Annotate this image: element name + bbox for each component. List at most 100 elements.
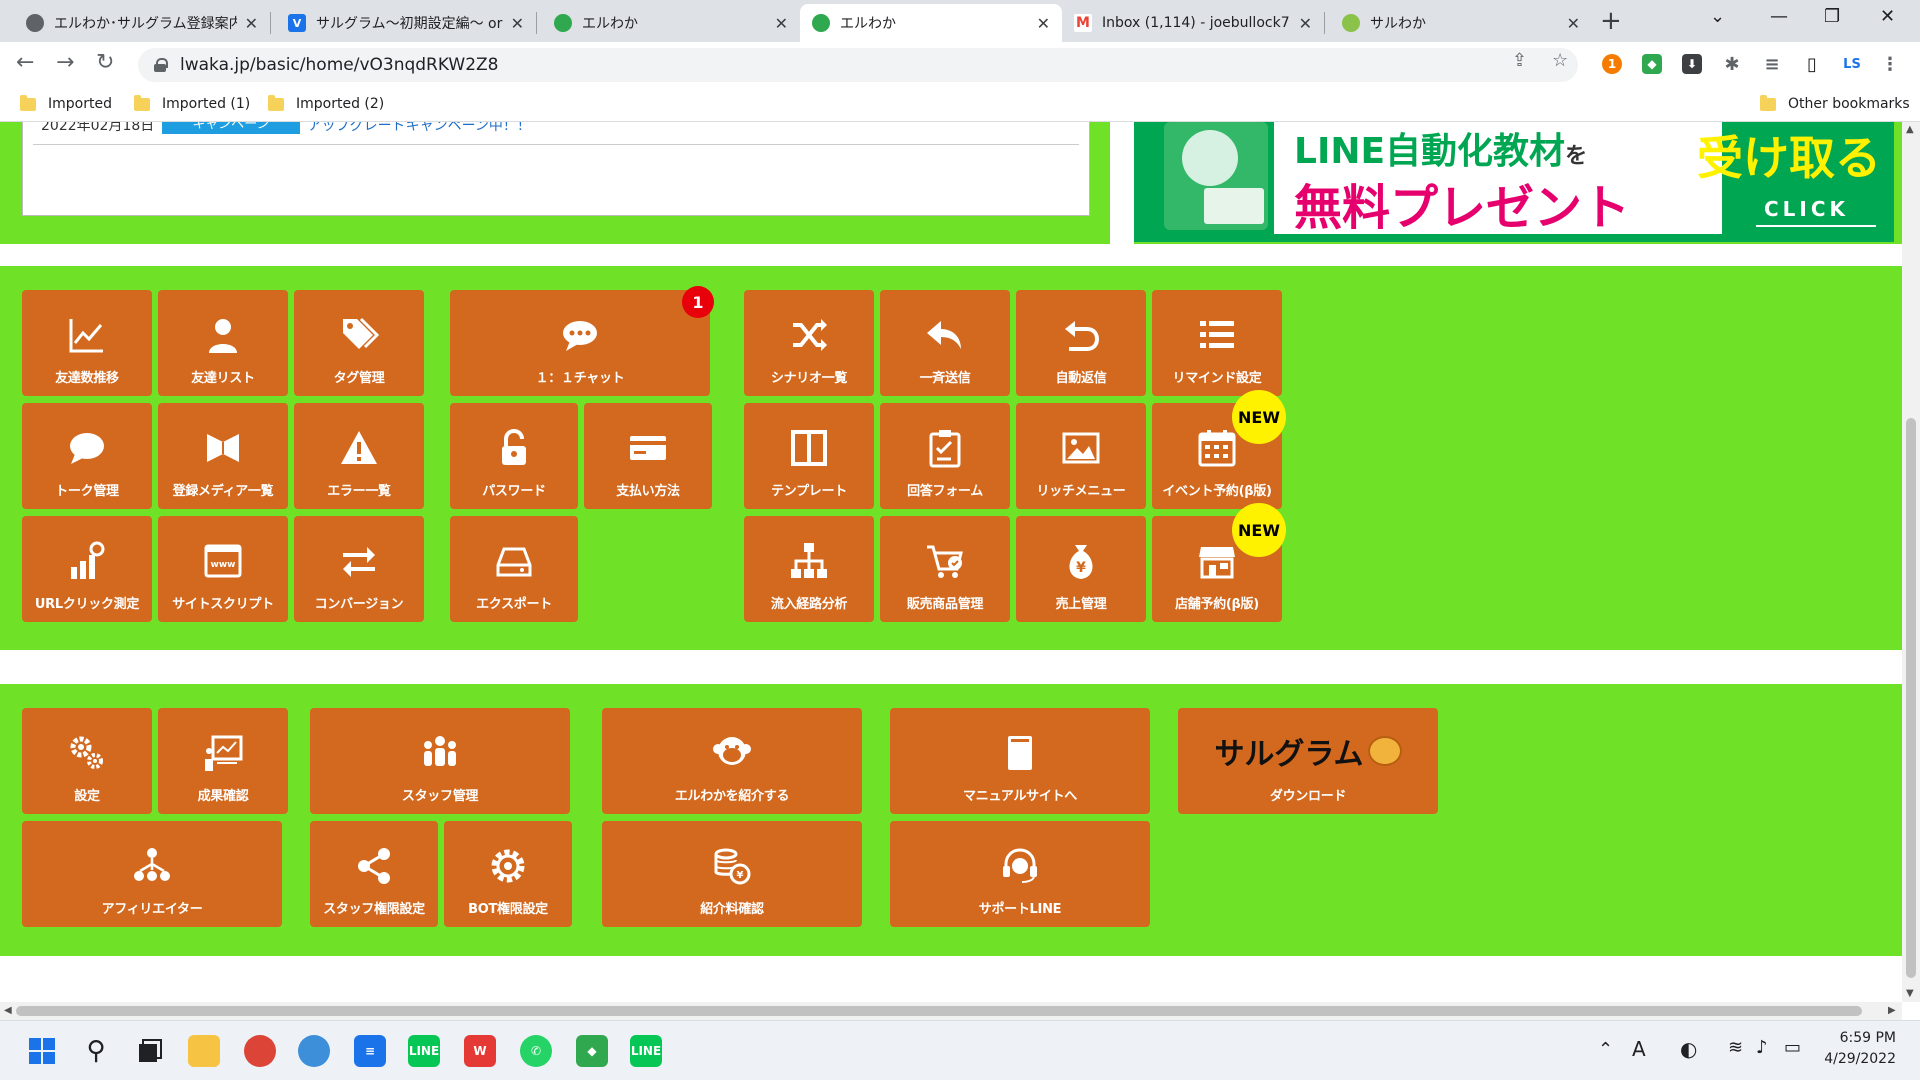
notes-app-icon[interactable]: ≡ — [354, 1035, 386, 1067]
whatsapp-icon[interactable]: ✆ — [520, 1035, 552, 1067]
browser-tab-4-active[interactable]: エルわか ✕ — [800, 4, 1062, 42]
menu-tile-staff[interactable]: スタッフ管理 — [310, 708, 570, 814]
tab-search-icon[interactable]: ⌄ — [1710, 6, 1725, 27]
close-icon[interactable]: ✕ — [775, 14, 788, 33]
lock-icon[interactable] — [154, 58, 168, 72]
close-icon[interactable]: ✕ — [245, 14, 258, 33]
chrome-icon[interactable] — [244, 1035, 276, 1067]
task-view-icon[interactable] — [134, 1035, 166, 1067]
close-icon[interactable]: ✕ — [1567, 14, 1580, 33]
url-text[interactable]: lwaka.jp/basic/home/vO3nqdRKW2Z8 — [180, 55, 499, 75]
news-link[interactable]: アップグレードキャンペーン中！！ — [308, 122, 531, 135]
vertical-scroll-thumb[interactable] — [1906, 418, 1916, 978]
menu-tile-support-line[interactable]: サポートLINE — [890, 821, 1150, 927]
menu-tile-rich-menu[interactable]: リッチメニュー — [1016, 403, 1146, 509]
browser-tab-6[interactable]: サルわか ✕ — [1330, 4, 1592, 42]
volume-icon[interactable]: ♪ — [1756, 1037, 1768, 1058]
reload-icon[interactable]: ↻ — [96, 50, 114, 75]
close-icon[interactable]: ✕ — [1037, 14, 1050, 33]
bookmark-folder-imported-2[interactable]: Imported (2) — [268, 94, 384, 112]
menu-tile-staff-permission[interactable]: スタッフ権限設定 — [310, 821, 438, 927]
horizontal-scrollbar[interactable]: ◀ ▶ — [0, 1002, 1902, 1020]
ime-indicator[interactable]: A — [1632, 1037, 1646, 1061]
scroll-down-arrow-icon[interactable]: ▼ — [1906, 988, 1914, 999]
scroll-right-arrow-icon[interactable]: ▶ — [1888, 1005, 1896, 1016]
reading-list-icon[interactable]: ≡ — [1762, 54, 1782, 75]
menu-tile-download[interactable]: サルグラム ダウンロード — [1178, 708, 1438, 814]
close-icon[interactable]: ✕ — [1299, 14, 1312, 33]
menu-tile-referral-fee[interactable]: ¥ 紹介料確認 — [602, 821, 862, 927]
tray-overflow-chevron-icon[interactable]: ⌃ — [1598, 1039, 1613, 1060]
vertical-scrollbar[interactable]: ▲ ▼ — [1902, 122, 1920, 1002]
menu-tile-remind[interactable]: リマインド設定 — [1152, 290, 1282, 396]
browser-tab-5[interactable]: M Inbox (1,114) - joebullock7 ✕ — [1062, 4, 1324, 42]
menu-tile-scenario[interactable]: シナリオ一覧 — [744, 290, 874, 396]
restore-button[interactable]: ❐ — [1824, 6, 1840, 27]
menu-tile-auto-reply[interactable]: 自動返信 — [1016, 290, 1146, 396]
menu-tile-friend-count[interactable]: 友達数推移 — [22, 290, 152, 396]
extension-badge-icon[interactable]: 1 — [1602, 54, 1622, 74]
menu-kebab-icon[interactable]: ⋮ — [1880, 54, 1900, 75]
close-icon[interactable]: ✕ — [511, 14, 524, 33]
window-close-button[interactable]: ✕ — [1880, 6, 1895, 27]
menu-tile-chat[interactable]: １：１チャット — [450, 290, 710, 396]
menu-tile-media[interactable]: 登録メディア一覧 — [158, 403, 288, 509]
search-icon[interactable]: ⚲ — [80, 1035, 112, 1067]
shield-extension-icon[interactable]: ◆ — [1642, 54, 1662, 74]
line-app-icon[interactable]: LINE — [408, 1035, 440, 1067]
vpn-shield-icon[interactable]: ◆ — [576, 1035, 608, 1067]
ime-mode-icon[interactable]: ◐ — [1680, 1037, 1697, 1061]
menu-tile-tags[interactable]: タグ管理 — [294, 290, 424, 396]
menu-tile-errors[interactable]: エラー一覧 — [294, 403, 424, 509]
forward-arrow-icon[interactable]: → — [56, 50, 74, 75]
menu-tile-bot-permission[interactable]: BOT権限設定 — [444, 821, 572, 927]
menu-tile-manual[interactable]: マニュアルサイトへ — [890, 708, 1150, 814]
side-panel-icon[interactable]: ▯ — [1802, 54, 1822, 75]
menu-tile-payment[interactable]: 支払い方法 — [584, 403, 712, 509]
menu-tile-conversion[interactable]: コンバージョン — [294, 516, 424, 622]
wifi-icon[interactable]: ≋ — [1728, 1037, 1743, 1058]
puzzle-icon[interactable]: ✱ — [1722, 54, 1742, 75]
browser-tab-1[interactable]: エルわか･サルグラム登録案内 | ✕ — [14, 4, 270, 42]
menu-tile-password[interactable]: パスワード — [450, 403, 578, 509]
profile-avatar[interactable]: LS — [1842, 54, 1862, 74]
battery-icon[interactable]: ▭ — [1784, 1037, 1801, 1058]
minimize-button[interactable]: — — [1770, 6, 1788, 27]
menu-tile-talk[interactable]: トーク管理 — [22, 403, 152, 509]
menu-tile-broadcast[interactable]: 一斉送信 — [880, 290, 1010, 396]
clock-time[interactable]: 6:59 PM — [1820, 1030, 1896, 1046]
address-bar[interactable]: lwaka.jp/basic/home/vO3nqdRKW2Z8 — [138, 48, 1578, 82]
menu-tile-form[interactable]: 回答フォーム — [880, 403, 1010, 509]
scroll-up-arrow-icon[interactable]: ▲ — [1906, 124, 1914, 135]
wps-office-icon[interactable]: W — [464, 1035, 496, 1067]
bookmark-folder-imported-1[interactable]: Imported (1) — [134, 94, 250, 112]
windows-start-icon[interactable] — [26, 1035, 58, 1067]
browser-tab-2[interactable]: V サルグラム〜初期設定編〜 or ✕ — [276, 4, 536, 42]
menu-tile-affiliator[interactable]: アフィリエイター — [22, 821, 282, 927]
file-explorer-icon[interactable] — [188, 1035, 220, 1067]
bookmark-star-icon[interactable]: ☆ — [1552, 50, 1568, 71]
globe-app-icon[interactable] — [298, 1035, 330, 1067]
new-tab-button[interactable]: + — [1600, 6, 1622, 36]
back-arrow-icon[interactable]: ← — [16, 50, 34, 75]
share-icon[interactable]: ⇪ — [1512, 50, 1527, 71]
menu-tile-template[interactable]: テンプレート — [744, 403, 874, 509]
menu-tile-products[interactable]: 販売商品管理 — [880, 516, 1010, 622]
menu-tile-site-script[interactable]: www サイトスクリプト — [158, 516, 288, 622]
line-app-icon-2[interactable]: LINE — [630, 1035, 662, 1067]
menu-tile-friend-list[interactable]: 友達リスト — [158, 290, 288, 396]
free-gift-banner[interactable]: LINE自動化教材を 無料プレゼント 受け取る CLICK — [1134, 122, 1894, 242]
menu-tile-refer[interactable]: エルわかを紹介する — [602, 708, 862, 814]
other-bookmarks[interactable]: Other bookmarks — [1760, 94, 1910, 112]
menu-tile-export[interactable]: エクスポート — [450, 516, 578, 622]
menu-tile-url-click[interactable]: URLクリック測定 — [22, 516, 152, 622]
browser-tab-3[interactable]: エルわか ✕ — [542, 4, 800, 42]
menu-tile-results[interactable]: 成果確認 — [158, 708, 288, 814]
menu-tile-inflow[interactable]: 流入経路分析 — [744, 516, 874, 622]
scroll-left-arrow-icon[interactable]: ◀ — [4, 1005, 12, 1016]
banner-click-label[interactable]: CLICK — [1755, 197, 1877, 227]
horizontal-scroll-thumb[interactable] — [16, 1006, 1862, 1016]
download-extension-icon[interactable]: ⬇ — [1682, 54, 1702, 74]
clock-date[interactable]: 4/29/2022 — [1810, 1051, 1896, 1067]
menu-tile-settings[interactable]: 設定 — [22, 708, 152, 814]
